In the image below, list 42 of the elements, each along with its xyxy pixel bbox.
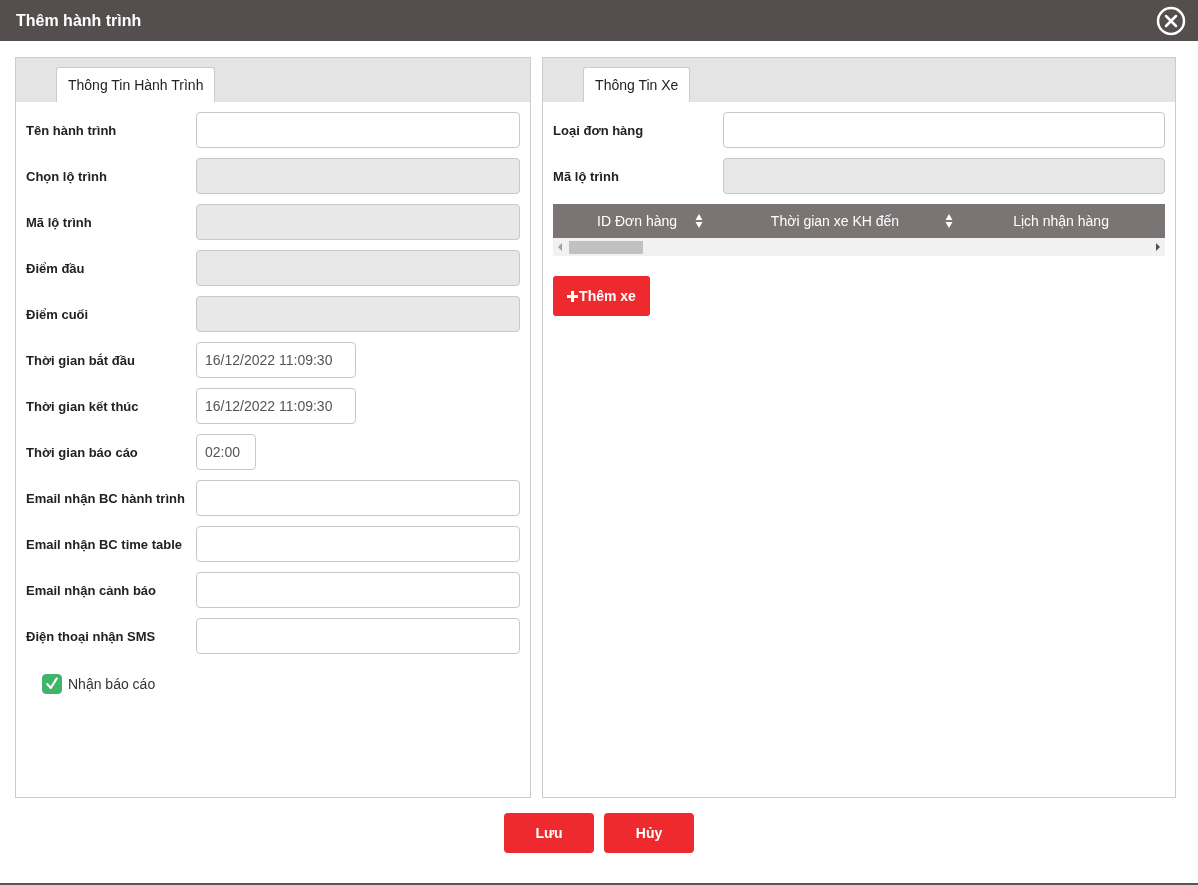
scroll-right-icon[interactable] [1155, 243, 1161, 251]
sort-icon[interactable] [695, 213, 704, 229]
scrollbar-thumb[interactable] [569, 240, 644, 254]
checkbox-label: Nhận báo cáo [68, 676, 156, 692]
add-vehicle-button[interactable]: Thêm xe [553, 276, 650, 316]
field-label: Email nhận BC hành trình [26, 490, 186, 506]
close-icon[interactable] [1156, 5, 1186, 36]
text-field[interactable] [196, 526, 521, 562]
plus-icon [567, 290, 579, 302]
checkbox[interactable] [42, 674, 62, 694]
horizontal-scrollbar[interactable] [553, 238, 1165, 256]
field-label: Điện thoại nhận SMS [26, 628, 157, 644]
field-label: Tên hành trình [26, 122, 118, 138]
field-label: Loại đơn hàng [553, 122, 645, 138]
text-field[interactable] [196, 618, 521, 654]
column-header[interactable]: Lịch nhận hàng [957, 213, 1165, 229]
field-label: Điểm cuối [26, 306, 90, 322]
window-title: Thêm hành trình [16, 11, 142, 30]
field-label: Mã lộ trình [26, 214, 93, 230]
column-header[interactable]: Thời gian xe KH đến [707, 213, 958, 229]
text-field[interactable] [196, 572, 521, 608]
field-label: Thời gian kết thúc [26, 398, 140, 414]
text-field[interactable] [196, 480, 521, 516]
footer-button[interactable]: Hủy [604, 813, 694, 853]
footer-button[interactable]: Lưu [504, 813, 594, 853]
text-field[interactable] [196, 112, 521, 148]
tab[interactable]: Thông Tin Hành Trình [56, 67, 216, 102]
datetime-field[interactable]: 16/12/2022 11:09:30 [196, 388, 356, 424]
tab[interactable]: Thông Tin Xe [583, 67, 691, 102]
field-label: Email nhận cảnh báo [26, 582, 158, 598]
field-label: Điểm đầu [26, 260, 86, 276]
sort-icon[interactable] [945, 213, 954, 229]
text-field[interactable] [723, 112, 1165, 148]
scroll-left-icon[interactable] [557, 243, 564, 251]
datetime-field[interactable]: 16/12/2022 11:09:30 [196, 342, 356, 378]
column-header[interactable]: ID Đơn hàng [553, 213, 708, 229]
field-label: Email nhận BC time table [26, 536, 184, 552]
field-label: Thời gian báo cáo [26, 444, 139, 460]
time-field[interactable]: 02:00 [196, 434, 256, 470]
field-label: Mã lộ trình [553, 168, 620, 184]
field-label: Thời gian bắt đầu [26, 352, 136, 368]
field-label: Chọn lộ trình [26, 168, 108, 184]
